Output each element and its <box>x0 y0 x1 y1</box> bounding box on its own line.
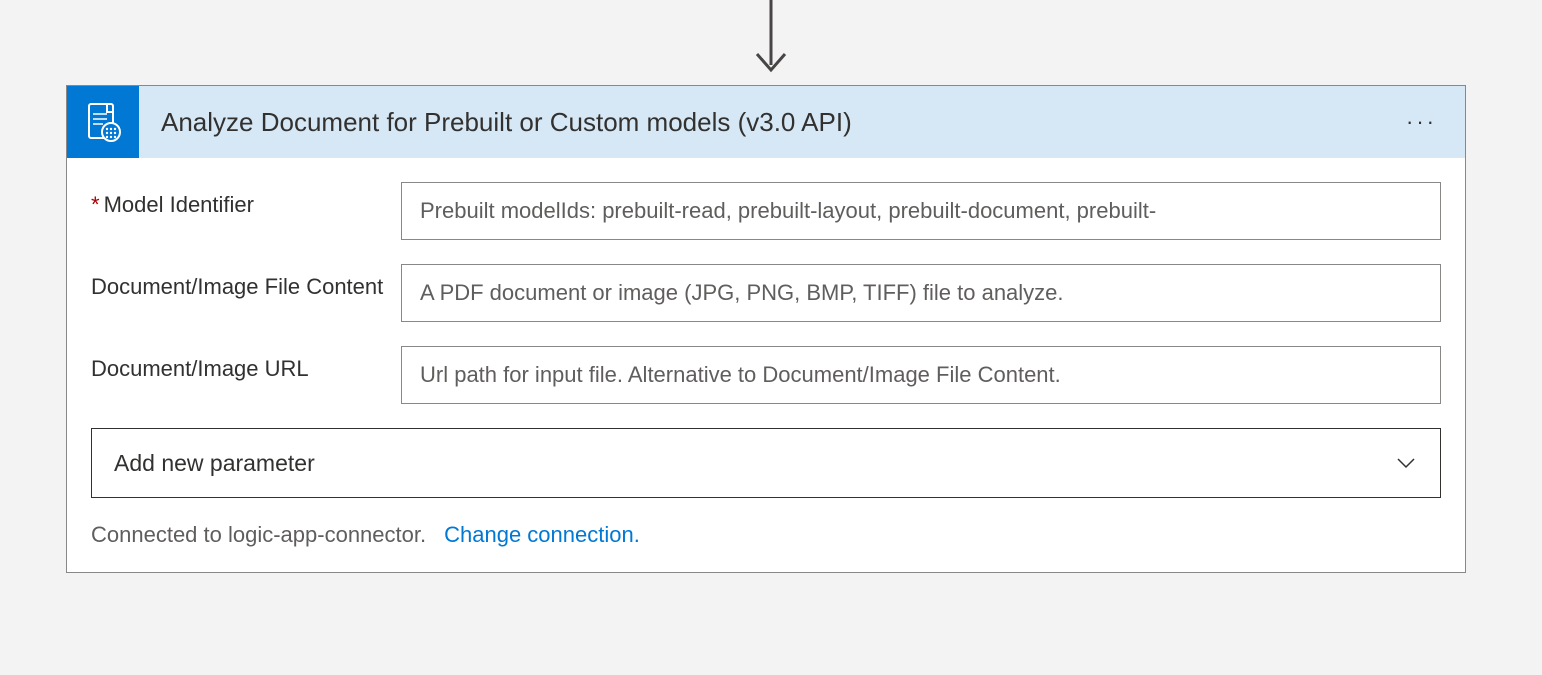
model-identifier-label: *Model Identifier <box>91 182 401 218</box>
connected-text: Connected to logic-app-connector. <box>91 522 426 548</box>
more-options-button[interactable]: ··· <box>1378 109 1465 135</box>
connection-footer: Connected to logic-app-connector. Change… <box>91 522 1441 558</box>
form-recognizer-icon <box>67 86 139 158</box>
field-row-model-identifier: *Model Identifier <box>91 182 1441 240</box>
required-asterisk: * <box>91 192 100 217</box>
url-label: Document/Image URL <box>91 346 401 382</box>
field-row-url: Document/Image URL <box>91 346 1441 404</box>
file-content-label: Document/Image File Content <box>91 264 401 300</box>
file-content-input[interactable] <box>401 264 1441 322</box>
field-row-file-content: Document/Image File Content <box>91 264 1441 322</box>
change-connection-link[interactable]: Change connection. <box>444 522 640 548</box>
action-card-body: *Model Identifier Document/Image File Co… <box>67 158 1465 572</box>
action-title: Analyze Document for Prebuilt or Custom … <box>139 107 1378 138</box>
add-parameter-label: Add new parameter <box>114 450 1394 477</box>
action-card: Analyze Document for Prebuilt or Custom … <box>66 85 1466 573</box>
action-card-header[interactable]: Analyze Document for Prebuilt or Custom … <box>67 86 1465 158</box>
url-input[interactable] <box>401 346 1441 404</box>
chevron-down-icon <box>1394 451 1418 475</box>
add-parameter-dropdown[interactable]: Add new parameter <box>91 428 1441 498</box>
model-identifier-input[interactable] <box>401 182 1441 240</box>
flow-arrow <box>751 0 791 85</box>
